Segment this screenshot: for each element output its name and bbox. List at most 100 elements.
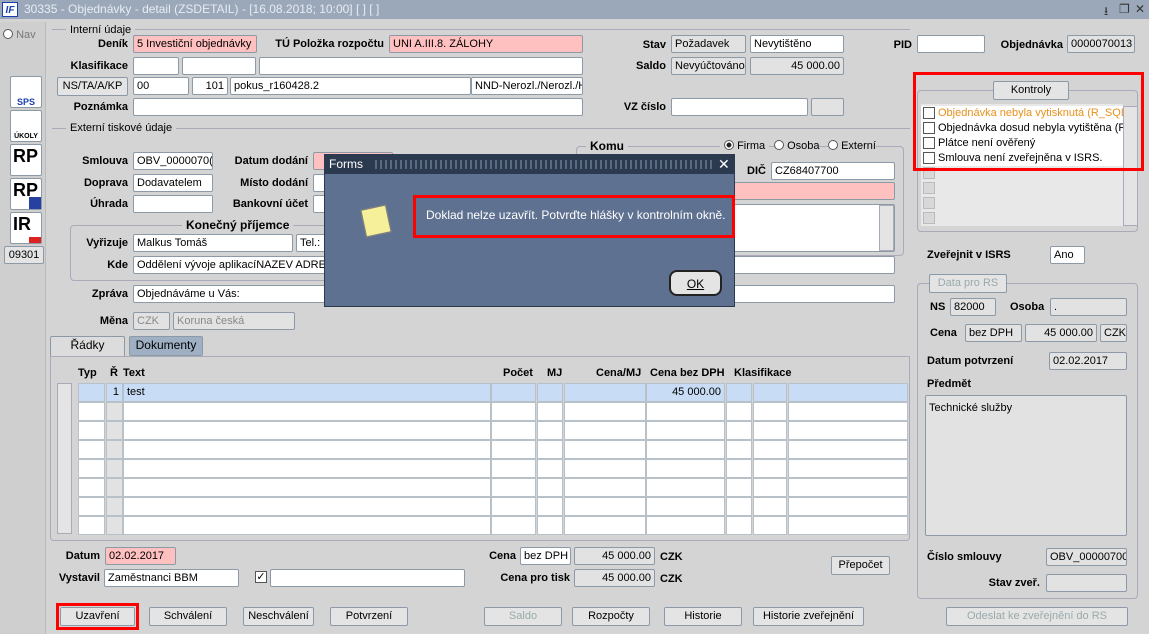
vystavil-checkbox[interactable]: ✓ xyxy=(255,571,267,583)
table-cell[interactable] xyxy=(78,459,105,478)
close-icon[interactable]: ✕ xyxy=(1135,2,1145,16)
kontroly-item[interactable] xyxy=(921,196,1123,211)
table-cell[interactable] xyxy=(106,497,123,516)
komu-address-field[interactable] xyxy=(733,204,895,252)
table-cell[interactable] xyxy=(78,402,105,421)
kontroly-checkbox[interactable] xyxy=(923,182,935,194)
historie-button[interactable]: Historie xyxy=(664,607,742,626)
table-cell[interactable] xyxy=(726,421,752,440)
kontroly-checkbox[interactable] xyxy=(923,197,935,209)
table-cell[interactable] xyxy=(788,383,908,402)
table-cell[interactable] xyxy=(106,440,123,459)
minimize-icon[interactable]: ⭳ xyxy=(1104,2,1108,23)
table-cell[interactable] xyxy=(753,440,787,459)
kontroly-item[interactable] xyxy=(921,211,1123,226)
table-cell[interactable] xyxy=(537,421,563,440)
table-cell[interactable] xyxy=(753,421,787,440)
table-cell[interactable] xyxy=(646,402,725,421)
table-cell[interactable] xyxy=(726,402,752,421)
table-cell[interactable] xyxy=(491,497,536,516)
table-scrollbar[interactable] xyxy=(57,383,72,534)
table-cell[interactable] xyxy=(106,421,123,440)
table-cell[interactable] xyxy=(788,516,908,535)
ta-field[interactable]: 101 xyxy=(192,77,228,95)
a-field[interactable]: pokus_r160428.2 xyxy=(230,77,471,95)
zverejnit-field[interactable]: Ano xyxy=(1050,246,1085,264)
doprava-field[interactable]: Dodavatelem xyxy=(133,174,213,192)
vystavil-extra-field[interactable] xyxy=(270,569,465,587)
uzavreni-button[interactable]: Uzavření xyxy=(60,607,135,626)
table-cell[interactable] xyxy=(123,421,491,440)
table-cell[interactable] xyxy=(537,459,563,478)
code-09301[interactable]: 09301 xyxy=(4,246,44,264)
table-cell[interactable] xyxy=(491,516,536,535)
table-cell[interactable] xyxy=(564,383,646,402)
tab-dokumenty[interactable]: Dokumenty xyxy=(129,336,203,356)
table-cell[interactable] xyxy=(564,421,646,440)
table-cell[interactable] xyxy=(491,402,536,421)
table-cell[interactable] xyxy=(123,478,491,497)
ir-button[interactable]: IR xyxy=(10,212,42,244)
table-cell[interactable] xyxy=(726,516,752,535)
dialog-close-icon[interactable]: ✕ xyxy=(718,156,730,173)
table-cell[interactable] xyxy=(788,421,908,440)
table-cell[interactable] xyxy=(106,516,123,535)
ok-button[interactable]: OK xyxy=(669,270,722,296)
table-cell[interactable] xyxy=(78,383,105,402)
table-cell[interactable] xyxy=(564,478,646,497)
historie-zverejneni-button[interactable]: Historie zveřejnění xyxy=(753,607,864,626)
restore-icon[interactable]: ❐ xyxy=(1119,2,1130,16)
table-cell[interactable] xyxy=(788,497,908,516)
neschvaleni-button[interactable]: Neschválení xyxy=(243,607,314,626)
row-1-cena[interactable]: 45 000.00 xyxy=(646,383,725,402)
address-scrollbar[interactable] xyxy=(879,205,894,251)
table-cell[interactable] xyxy=(564,459,646,478)
table-cell[interactable] xyxy=(564,402,646,421)
table-cell[interactable] xyxy=(753,383,787,402)
vyrizuje-field[interactable]: Malkus Tomáš xyxy=(133,234,293,252)
table-cell[interactable] xyxy=(123,440,491,459)
table-cell[interactable] xyxy=(123,516,491,535)
vystavil-field[interactable]: Zaměstnanci BBM xyxy=(104,569,239,587)
nav-toggle[interactable]: Nav xyxy=(3,29,36,41)
table-cell[interactable] xyxy=(646,421,725,440)
table-cell[interactable] xyxy=(646,459,725,478)
data-pro-rs-button[interactable]: Data pro RS xyxy=(929,274,1007,293)
table-cell[interactable] xyxy=(788,478,908,497)
table-cell[interactable] xyxy=(646,478,725,497)
table-cell[interactable] xyxy=(537,440,563,459)
ukoly-button[interactable]: ÚKOLY xyxy=(10,110,42,142)
table-cell[interactable] xyxy=(78,516,105,535)
rp-eu-button[interactable]: RP xyxy=(10,178,42,210)
kp-field[interactable]: NND-Nerozl./Nerozl./H( xyxy=(471,77,583,95)
odeslat-rs-button[interactable]: Odeslat ke zveřejnění do RS xyxy=(946,607,1128,626)
table-cell[interactable] xyxy=(537,402,563,421)
smlouva-field[interactable]: OBV_0000070( xyxy=(133,152,213,170)
table-cell[interactable] xyxy=(106,478,123,497)
ns-ta-a-kp-button[interactable]: NS/TA/A/KP xyxy=(57,77,128,96)
kontroly-checkbox[interactable] xyxy=(923,212,935,224)
komu-name-field[interactable] xyxy=(733,182,895,200)
table-cell[interactable] xyxy=(726,497,752,516)
table-cell[interactable] xyxy=(78,440,105,459)
cena-typ-field[interactable]: bez DPH xyxy=(520,547,571,565)
klasifikace-field-2[interactable] xyxy=(182,57,256,75)
tab-radky[interactable]: Řádky xyxy=(50,336,125,357)
table-cell[interactable] xyxy=(726,478,752,497)
table-cell[interactable] xyxy=(78,497,105,516)
datum-field[interactable]: 02.02.2017 xyxy=(105,547,176,565)
table-cell[interactable] xyxy=(753,516,787,535)
vz-field[interactable] xyxy=(671,98,808,116)
table-cell[interactable] xyxy=(491,383,536,402)
poznamka-field[interactable] xyxy=(133,98,583,116)
table-cell[interactable] xyxy=(753,459,787,478)
table-cell[interactable] xyxy=(106,459,123,478)
sps-button[interactable]: SPS xyxy=(10,76,42,108)
dic-field[interactable]: CZ68407700 xyxy=(771,162,895,180)
ns-field[interactable]: 00 xyxy=(133,77,189,95)
table-cell[interactable] xyxy=(537,478,563,497)
kontroly-item[interactable] xyxy=(921,181,1123,196)
potvrzeni-button[interactable]: Potvrzení xyxy=(330,607,408,626)
prepocet-button[interactable]: Přepočet xyxy=(831,556,890,575)
pid-field[interactable] xyxy=(917,35,985,53)
